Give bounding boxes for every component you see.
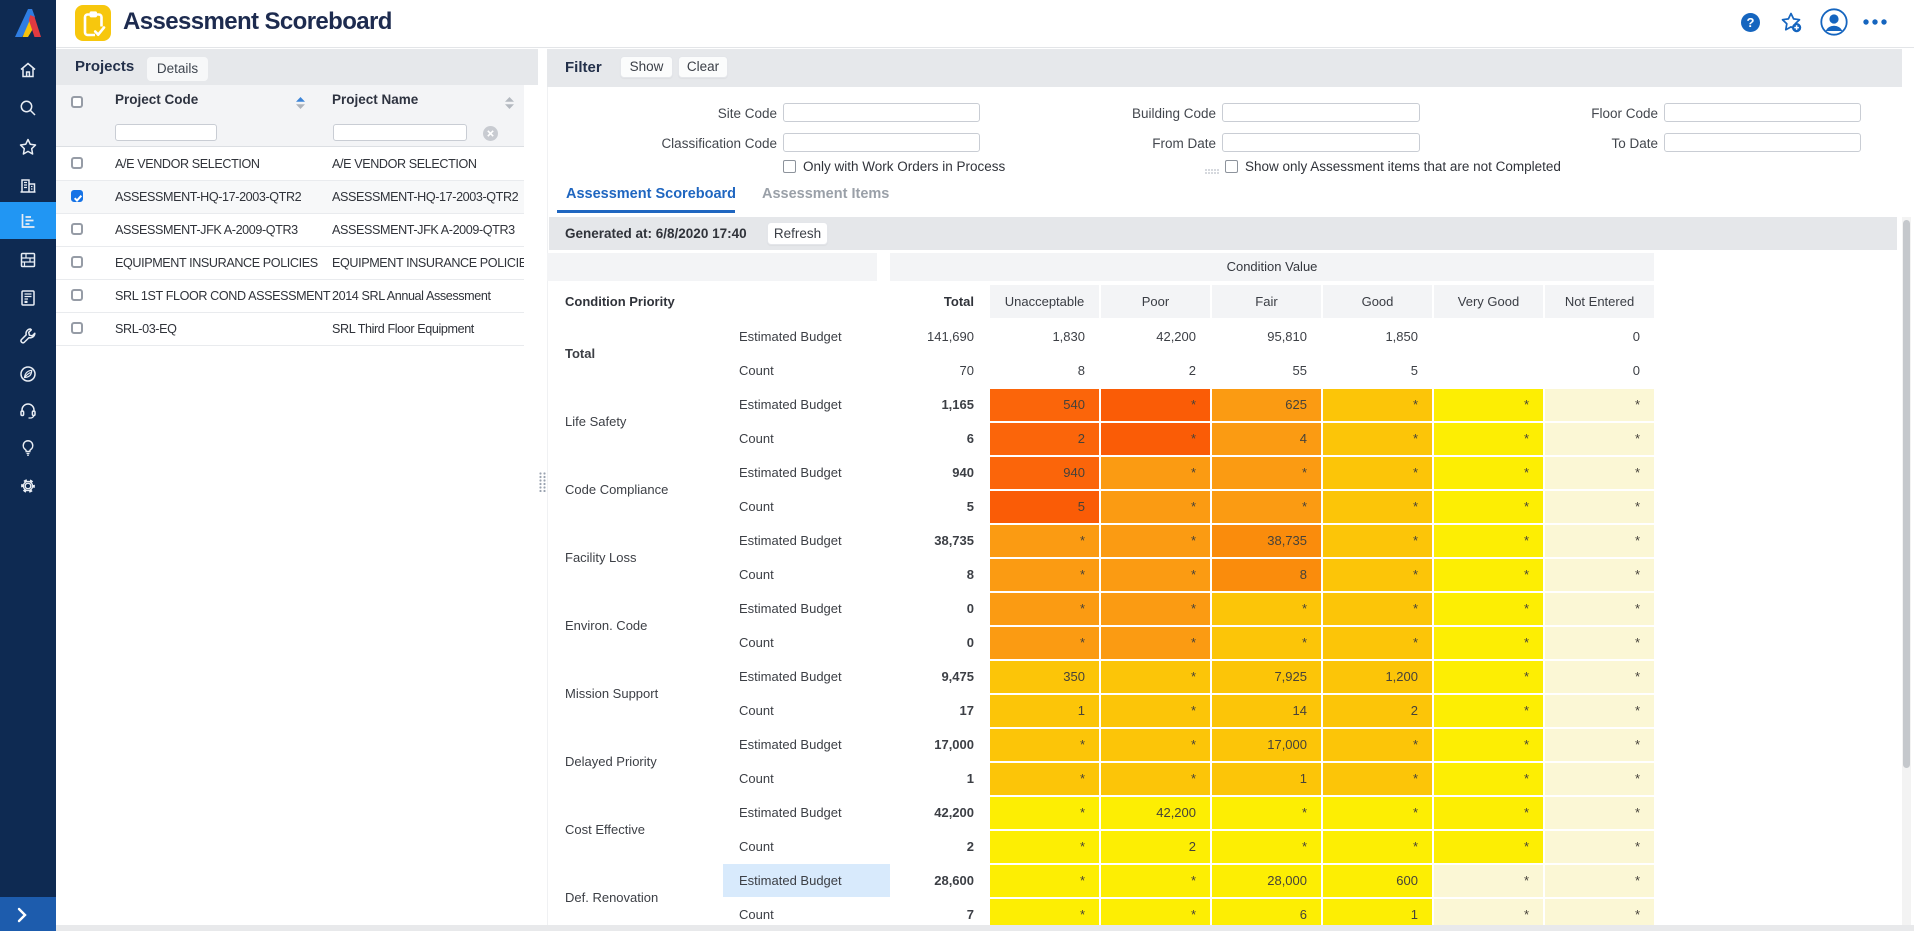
svg-text:?: ?: [1747, 15, 1755, 30]
